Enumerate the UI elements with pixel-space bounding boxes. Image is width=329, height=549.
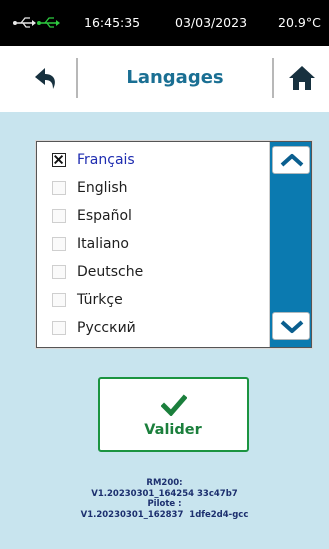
chevron-down-icon — [280, 320, 304, 333]
version-line-1: RM200: — [146, 478, 183, 488]
version-line-4: V1.20230301_162837 1dfe2d4-gcc — [80, 509, 249, 520]
language-list: Français English Español Italiano Deutsc… — [36, 141, 312, 348]
language-option-russkiy[interactable]: Русский — [37, 314, 269, 342]
language-option-espanol[interactable]: Español — [37, 202, 269, 230]
language-label: Türkçe — [77, 292, 123, 308]
language-list-scrollbar[interactable] — [269, 142, 311, 347]
checkbox-x-icon — [54, 155, 64, 165]
validate-label: Valider — [144, 422, 202, 438]
home-icon[interactable] — [287, 63, 317, 93]
language-option-francais[interactable]: Français — [37, 146, 269, 174]
version-info: RM200: V1.20230301_164254 33c47b7 Pilote… — [0, 478, 329, 520]
language-items: Français English Español Italiano Deutsc… — [37, 142, 269, 347]
scroll-up-button[interactable] — [272, 146, 310, 174]
main-area: Français English Español Italiano Deutsc… — [0, 112, 329, 549]
language-label: Deutsche — [77, 264, 144, 280]
language-checkbox[interactable] — [52, 293, 66, 307]
language-checkbox[interactable] — [52, 265, 66, 279]
language-label: English — [77, 180, 128, 196]
checkmark-icon — [161, 394, 187, 416]
language-checkbox[interactable] — [52, 209, 66, 223]
language-label: Русский — [77, 320, 136, 336]
language-option-deutsche[interactable]: Deutsche — [37, 258, 269, 286]
language-checkbox[interactable] — [52, 181, 66, 195]
validate-button[interactable]: Valider — [98, 377, 249, 452]
page-title: Langages — [126, 67, 224, 88]
back-arrow-icon[interactable] — [30, 63, 62, 95]
language-label: Français — [77, 152, 135, 168]
status-bar: 16:45:35 03/03/2023 20.9°C — [0, 0, 329, 46]
version-line-3: Pilote : — [147, 499, 182, 509]
language-checkbox[interactable] — [52, 237, 66, 251]
language-option-italiano[interactable]: Italiano — [37, 230, 269, 258]
language-checkbox-checked[interactable] — [52, 153, 66, 167]
status-temperature: 20.9°C — [278, 15, 321, 30]
language-label: Italiano — [77, 236, 129, 252]
usb-connected-icon — [13, 17, 60, 28]
header-divider-right — [272, 58, 274, 98]
scroll-down-button[interactable] — [272, 312, 310, 340]
chevron-up-icon — [280, 154, 304, 167]
page-header: Langages — [0, 46, 329, 112]
status-time: 16:45:35 — [84, 15, 141, 30]
status-date: 03/03/2023 — [175, 15, 248, 30]
language-option-english[interactable]: English — [37, 174, 269, 202]
language-checkbox[interactable] — [52, 321, 66, 335]
language-label: Español — [77, 208, 132, 224]
version-line-2: V1.20230301_164254 33c47b7 — [91, 488, 238, 499]
language-option-turkce[interactable]: Türkçe — [37, 286, 269, 314]
